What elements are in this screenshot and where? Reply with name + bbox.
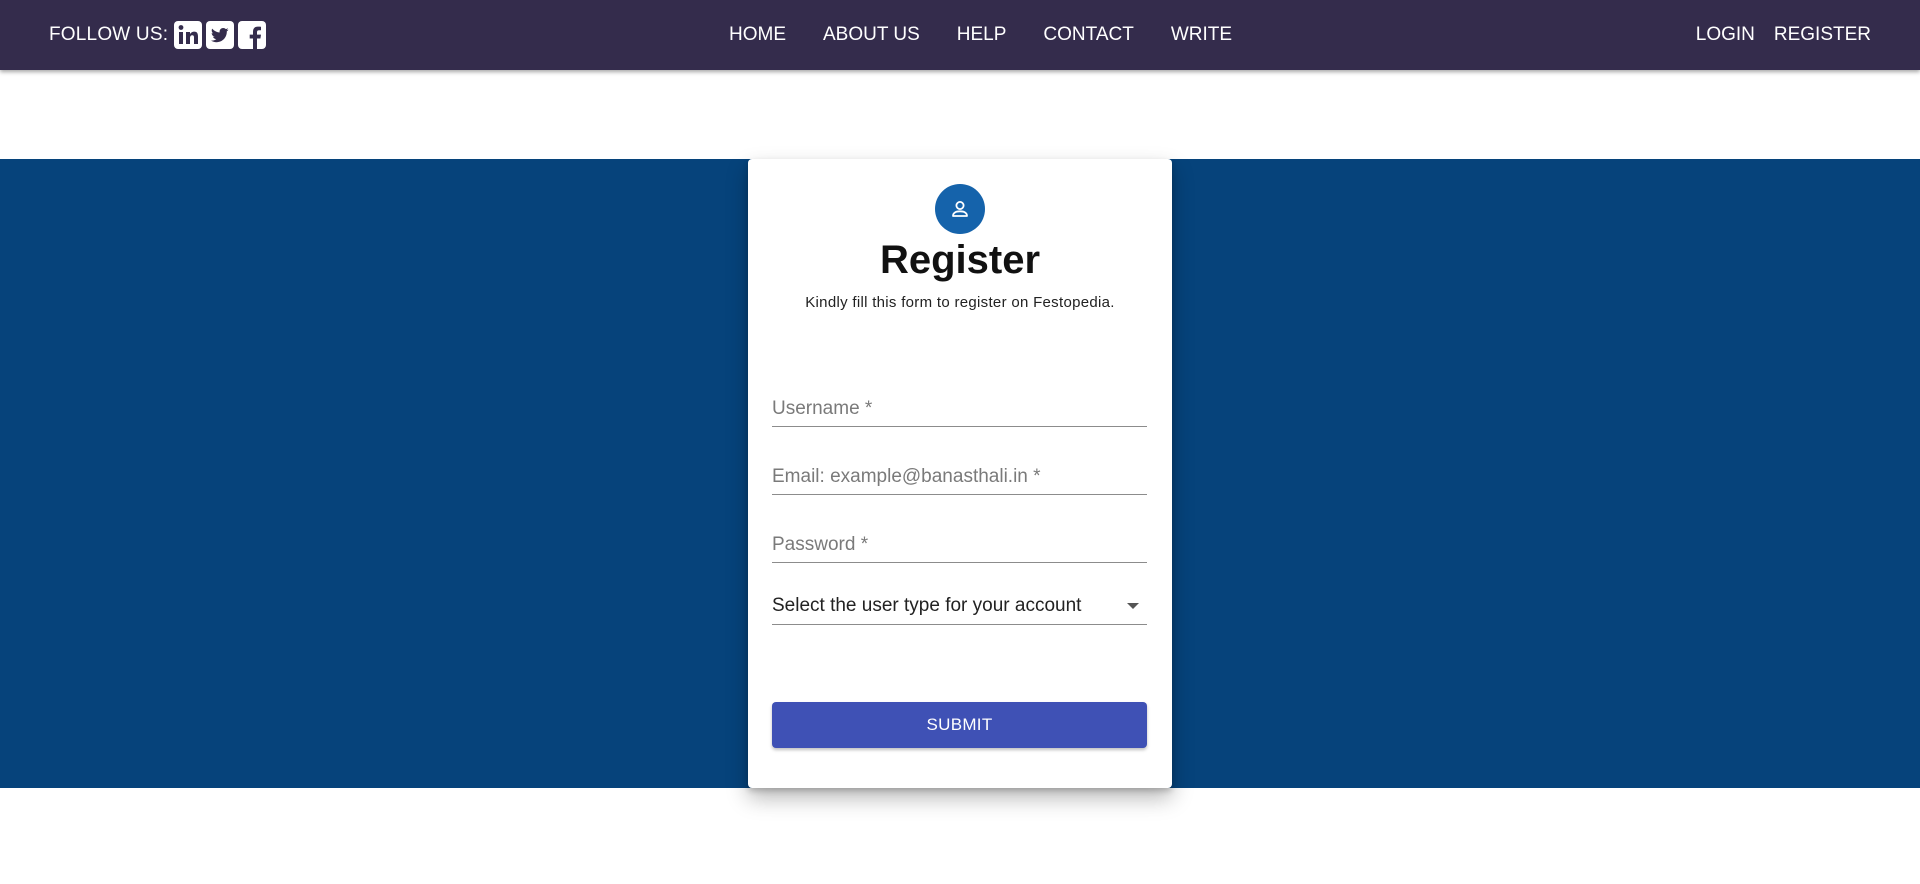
user-icon (935, 184, 985, 234)
follow-us-label: FOLLOW US: (49, 24, 169, 45)
nav-home-link[interactable]: HOME (729, 24, 786, 46)
register-link[interactable]: REGISTER (1774, 24, 1871, 46)
password-field (772, 522, 1147, 563)
user-type-select[interactable]: Select the user type for your account (772, 584, 1147, 625)
submit-button[interactable]: SUBMIT (772, 702, 1147, 748)
nav-write-link[interactable]: WRITE (1171, 24, 1232, 46)
linkedin-icon[interactable] (174, 21, 203, 49)
email-field (772, 454, 1147, 495)
twitter-icon[interactable] (206, 21, 235, 49)
password-input[interactable] (772, 534, 1147, 556)
top-navbar: FOLLOW US: HOME ABOUT US HELP CONTACT WR… (0, 0, 1920, 70)
user-type-label: Select the user type for your account (772, 595, 1082, 616)
caret-down-icon (1127, 603, 1139, 609)
main-nav: HOME ABOUT US HELP CONTACT WRITE (729, 0, 1232, 70)
username-input[interactable] (772, 398, 1147, 420)
email-input[interactable] (772, 466, 1147, 488)
nav-contact-link[interactable]: CONTACT (1043, 24, 1133, 46)
follow-us-group: FOLLOW US: (49, 0, 267, 70)
login-link[interactable]: LOGIN (1696, 24, 1755, 46)
username-field (772, 386, 1147, 427)
auth-nav: LOGIN REGISTER (1677, 0, 1871, 70)
nav-about-link[interactable]: ABOUT US (823, 24, 920, 46)
nav-help-link[interactable]: HELP (957, 24, 1007, 46)
form-title: Register (879, 238, 1041, 282)
form-subtitle: Kindly fill this form to register on Fes… (805, 294, 1115, 311)
facebook-icon[interactable] (238, 21, 267, 49)
register-card: Register Kindly fill this form to regist… (748, 159, 1172, 788)
